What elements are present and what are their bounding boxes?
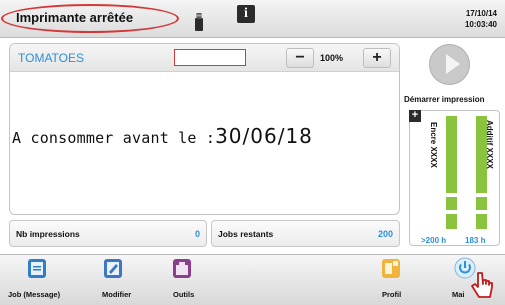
tools-icon[interactable] <box>172 259 192 278</box>
nb-impressions-label: Nb impressions <box>16 229 80 239</box>
date-text: 17/10/14 <box>465 9 497 18</box>
zoom-level: 100% <box>320 53 344 63</box>
message-panel[interactable]: TOMATOES − 100% + A consommer avant le :… <box>9 43 400 215</box>
ink-level-divider <box>446 210 457 214</box>
tools-label[interactable]: Outils <box>173 290 194 299</box>
start-print-label: Démarrer impression <box>404 95 485 104</box>
jobs-restants-label: Jobs restants <box>218 229 274 239</box>
modify-label[interactable]: Modifier <box>102 290 131 299</box>
message-preview: A consommer avant le :30/06/18 <box>12 124 313 148</box>
jobs-restants-value: 200 <box>377 229 393 239</box>
additive-level-divider <box>476 210 487 214</box>
printer-status: Imprimante arrêtée <box>16 10 134 25</box>
message-date-value: 30/06/18 <box>215 124 313 148</box>
ink-label: Encre XXXX <box>429 122 438 168</box>
nb-impressions-value: 0 <box>194 229 200 239</box>
additive-label: Additif XXXX <box>485 120 494 169</box>
additive-time: 183 h <box>465 236 486 245</box>
ink-time: >200 h <box>421 236 447 245</box>
expand-plus-icon[interactable]: + <box>409 110 421 122</box>
profile-icon[interactable] <box>381 259 401 278</box>
jobs-restants-counter: Jobs restants 200 <box>211 220 400 247</box>
profile-label[interactable]: Profil <box>382 290 401 299</box>
time-text: 10:03:40 <box>464 20 497 29</box>
zoom-in-button[interactable]: + <box>363 48 391 68</box>
info-icon[interactable]: i <box>237 5 255 23</box>
maintenance-label[interactable]: Mai <box>452 290 465 299</box>
bottom-toolbar <box>0 254 505 305</box>
pointer-hand-icon <box>471 272 493 298</box>
job-message-label[interactable]: Job (Message) <box>8 290 60 299</box>
play-icon <box>446 54 460 74</box>
message-field-highlight[interactable] <box>174 49 246 66</box>
usb-icon <box>195 13 203 31</box>
datetime: 17/10/14 10:03:40 <box>465 8 497 30</box>
additive-level-divider <box>476 193 487 197</box>
message-label-text: A consommer avant le : <box>12 129 216 147</box>
nb-impressions-counter: Nb impressions 0 <box>9 220 207 247</box>
modify-icon[interactable] <box>103 259 123 278</box>
message-name: TOMATOES <box>18 51 85 65</box>
job-message-icon[interactable] <box>27 259 47 278</box>
zoom-out-button[interactable]: − <box>286 48 314 68</box>
ink-level-divider <box>446 193 457 197</box>
